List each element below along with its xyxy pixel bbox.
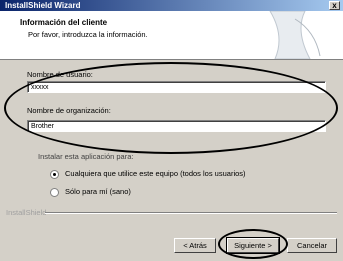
install-for-label: Instalar esta aplicación para: [38,152,134,161]
username-field[interactable]: xxxxx [27,81,326,93]
radio-only-me[interactable]: Sólo para mí (sano) [50,187,131,197]
installshield-brand: InstallShield [6,208,47,217]
radio-only-me-icon[interactable] [50,187,59,197]
header-panel: Información del cliente Por favor, intro… [0,11,343,60]
page-subtitle: Por favor, introduzca la información. [28,30,148,39]
username-label: Nombre de usuario: [27,70,93,79]
page-title: Información del cliente [20,18,108,27]
radio-all-users-label: Cualquiera que utilice este equipo (todo… [65,169,246,178]
footer-divider [45,212,337,214]
radio-only-me-label: Sólo para mí (sano) [65,187,131,196]
back-button[interactable]: < Atrás [174,238,216,253]
radio-all-users[interactable]: Cualquiera que utilice este equipo (todo… [50,169,246,179]
radio-all-users-icon[interactable] [50,169,59,179]
window-title: InstallShield Wizard [5,1,81,10]
installshield-wizard-window: InstallShield Wizard x Información del c… [0,0,343,261]
organization-field[interactable]: Brother [27,120,326,132]
organization-label: Nombre de organización: [27,106,111,115]
wizard-graphic-icon [269,11,321,59]
title-bar: InstallShield Wizard x [0,0,343,11]
cancel-button[interactable]: Cancelar [287,238,337,253]
next-button[interactable]: Siguiente > [226,237,280,254]
close-button[interactable]: x [329,1,340,10]
